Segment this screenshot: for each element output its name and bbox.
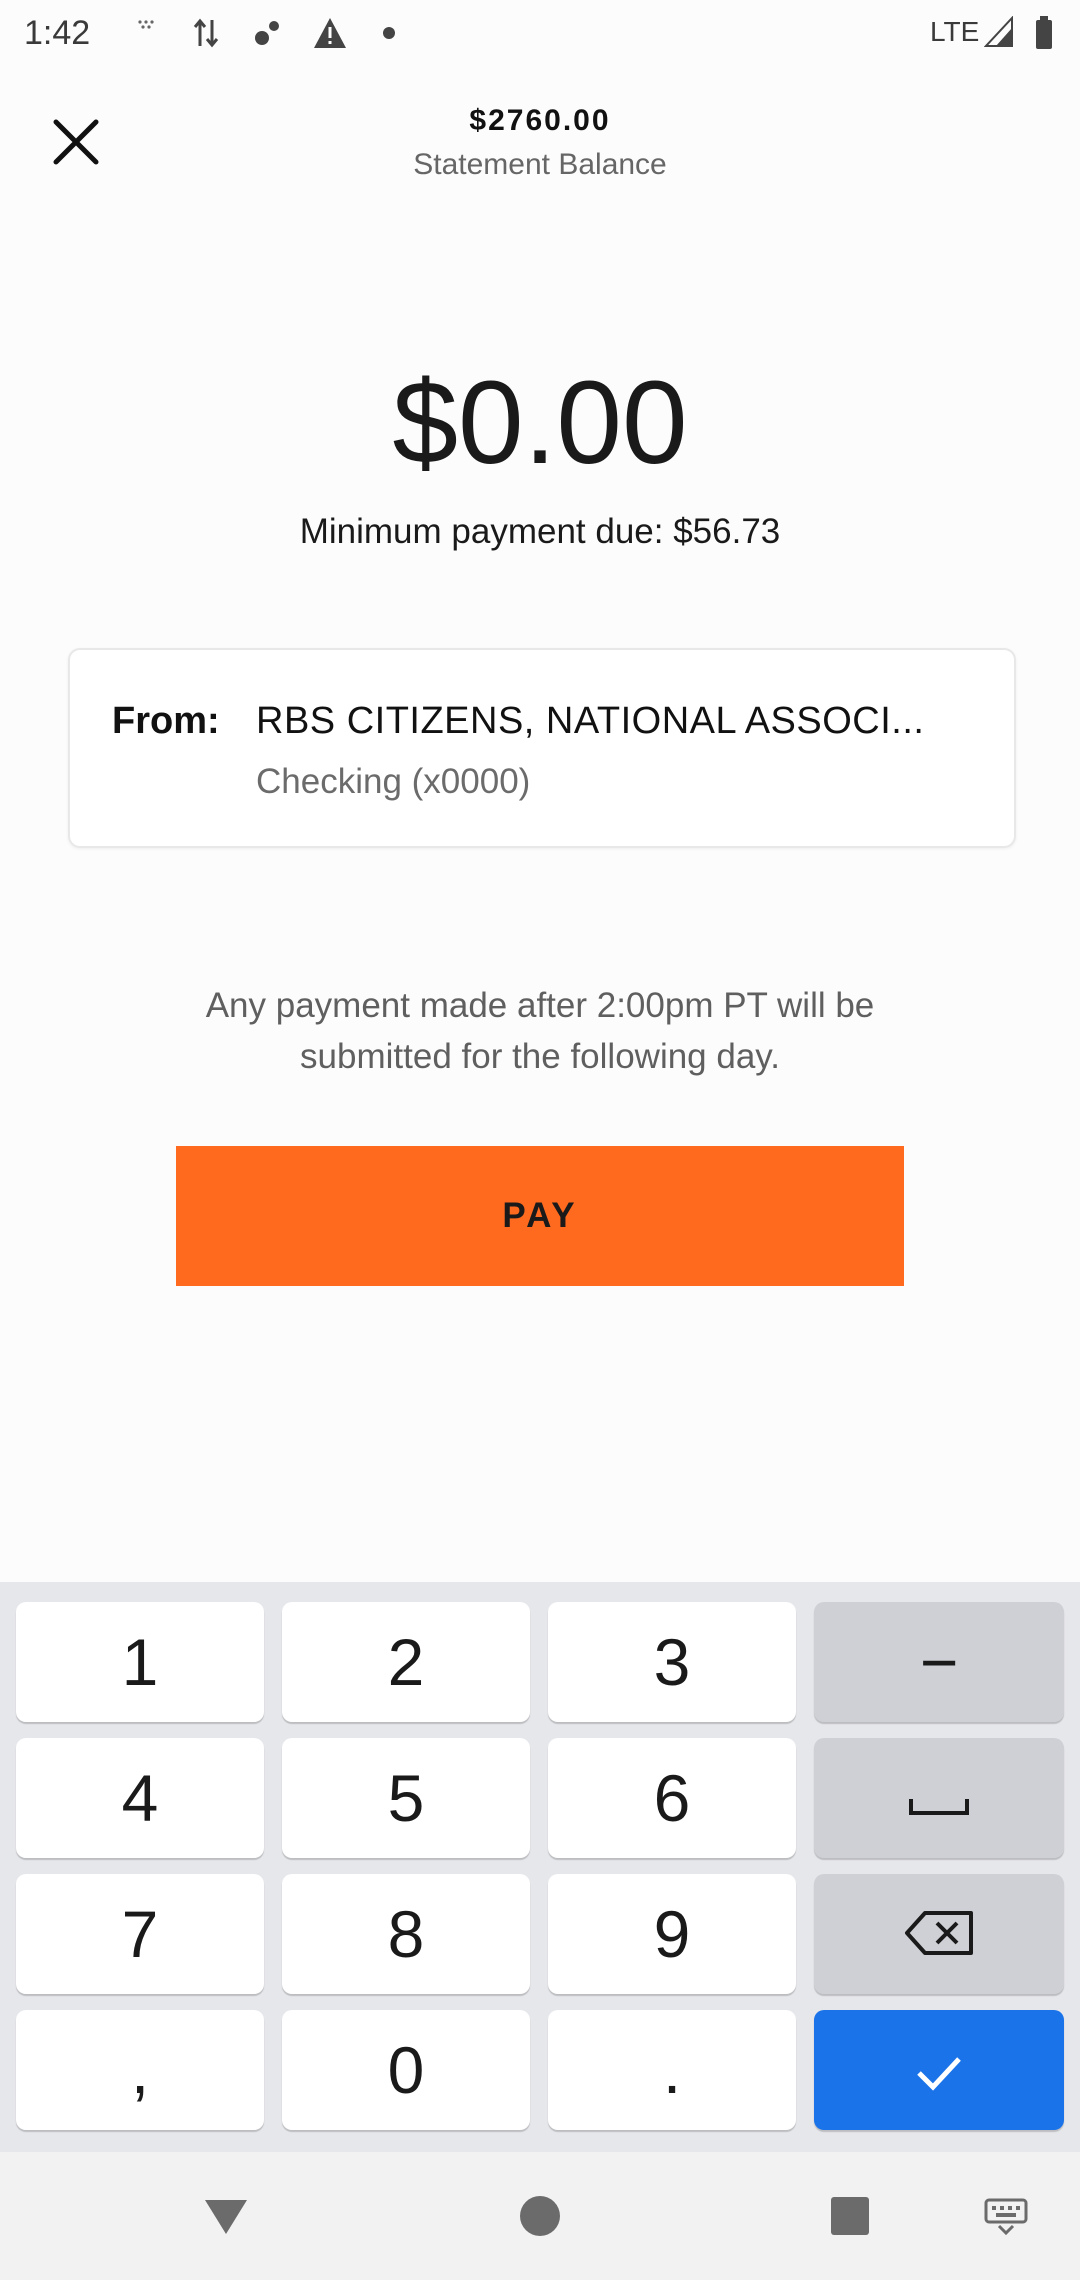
account-type: Checking (x0000) <box>256 762 531 801</box>
key-5[interactable]: 5 <box>282 1738 530 1858</box>
payment-amount[interactable]: $0.00 <box>0 355 1080 491</box>
gear-network-icon <box>250 16 284 55</box>
minimum-payment-due: Minimum payment due: $56.73 <box>299 512 781 551</box>
key-2[interactable]: 2 <box>282 1602 530 1722</box>
space-icon <box>907 1760 971 1836</box>
key-7[interactable]: 7 <box>16 1874 264 1994</box>
key-space[interactable] <box>814 1738 1064 1858</box>
pay-button[interactable]: PAY <box>176 1146 904 1286</box>
notification-dot-icon <box>382 26 396 45</box>
key-6[interactable]: 6 <box>548 1738 796 1858</box>
keyboard-switch-icon[interactable] <box>976 2186 1036 2246</box>
backspace-icon <box>903 1896 975 1972</box>
key-period[interactable]: . <box>548 2010 796 2130</box>
key-3[interactable]: 3 <box>548 1602 796 1722</box>
from-account-card[interactable]: From: RBS CITIZENS, NATIONAL ASSOCI... C… <box>68 648 1016 848</box>
signal-icon <box>983 15 1014 53</box>
dots-icon <box>136 18 156 43</box>
from-label: From: <box>112 700 220 742</box>
network-type: LTE <box>930 16 980 47</box>
numeric-keyboard: 1 2 3 − 4 5 6 7 8 9 , 0 . <box>0 1582 1080 2152</box>
status-bar: 1:42 LTE <box>0 0 1080 66</box>
key-comma[interactable]: , <box>16 2010 264 2130</box>
statement-balance-amount: $2760.00 <box>469 104 611 137</box>
home-icon[interactable] <box>510 2186 570 2246</box>
key-4[interactable]: 4 <box>16 1738 264 1858</box>
back-icon[interactable] <box>196 2186 256 2246</box>
payment-cutoff-notice: Any payment made after 2:00pm PT will be… <box>100 980 980 1082</box>
key-1[interactable]: 1 <box>16 1602 264 1722</box>
key-8[interactable]: 8 <box>282 1874 530 1994</box>
key-9[interactable]: 9 <box>548 1874 796 1994</box>
notice-line-1: Any payment made after 2:00pm PT will be <box>205 986 875 1025</box>
battery-icon <box>1034 16 1054 55</box>
key-backspace[interactable] <box>814 1874 1064 1994</box>
status-time: 1:42 <box>24 14 91 52</box>
navigation-bar <box>0 2152 1080 2280</box>
key-enter[interactable] <box>814 2010 1064 2130</box>
data-transfer-icon <box>192 16 222 55</box>
key-minus[interactable]: − <box>814 1602 1064 1722</box>
statement-balance-label: Statement Balance <box>413 148 667 181</box>
notice-line-2: submitted for the following day. <box>300 1037 780 1076</box>
bank-name: RBS CITIZENS, NATIONAL ASSOCI... <box>256 700 925 742</box>
key-0[interactable]: 0 <box>282 2010 530 2130</box>
warning-icon <box>312 16 348 55</box>
recents-icon[interactable] <box>820 2186 880 2246</box>
checkmark-icon <box>914 2032 964 2108</box>
